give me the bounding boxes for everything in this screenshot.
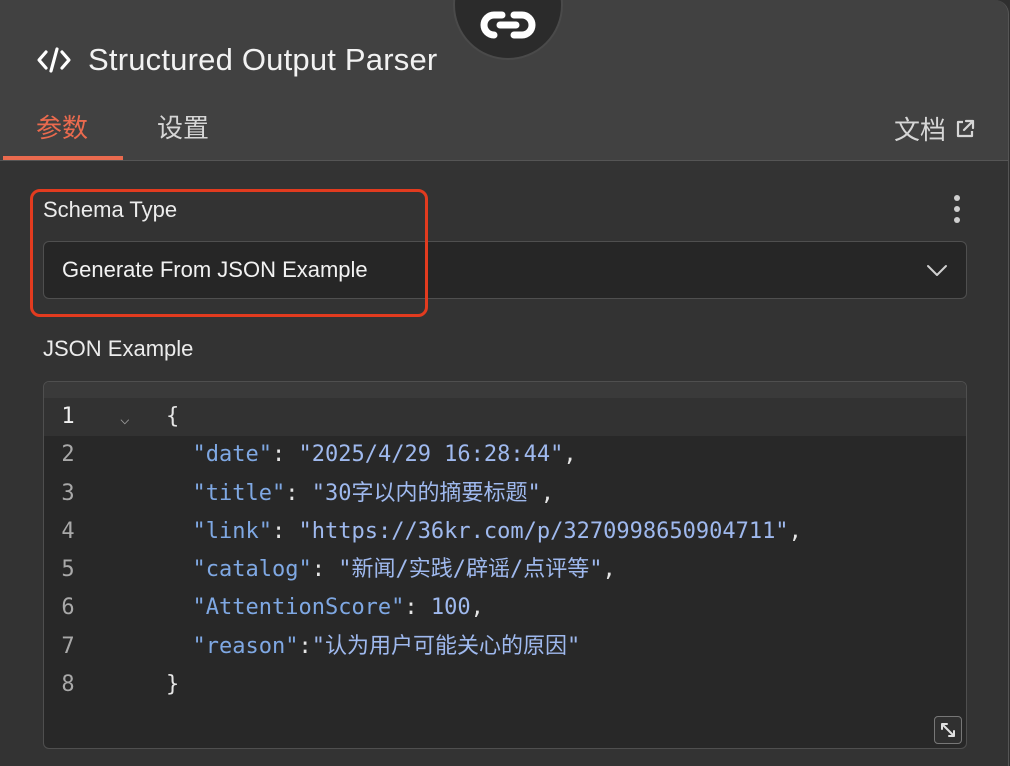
line-number: 7 [61,633,75,659]
link-icon [480,11,536,39]
code-line[interactable]: 1 ⌵ { [44,398,966,438]
code-text: { [166,404,180,429]
panel-header: Structured Output Parser [36,40,437,80]
code-line[interactable]: 8 } [44,666,966,704]
line-number: 3 [61,480,75,506]
schema-type-label: Schema Type [43,197,178,222]
code-text: "link": "https://36kr.com/p/327099865090… [192,518,802,544]
line-number: 5 [61,557,75,583]
json-code-editor[interactable]: 1 ⌵ { 2 "date": "2025/4/29 16:28:44", 3 … [43,381,967,749]
line-number: 2 [61,442,75,468]
editor-top-bar [44,382,966,398]
more-options-icon[interactable] [948,195,966,223]
line-number: 6 [61,595,75,621]
line-number: 4 [61,518,75,544]
code-line[interactable]: 6 "AttentionScore": 100, [44,589,966,627]
node-settings-panel: Structured Output Parser 参数 设置 文档 Schema… [0,0,1009,766]
code-text: "date": "2025/4/29 16:28:44", [192,442,577,468]
fold-chevron-icon[interactable]: ⌵ [120,400,130,438]
code-text: "title": "30字以内的摘要标题", [192,480,554,506]
code-line[interactable]: 2 "date": "2025/4/29 16:28:44", [44,436,966,474]
external-link-icon [956,119,975,137]
code-line[interactable]: 7 "reason":"认为用户可能关心的原因" [44,628,966,666]
docs-link-label: 文档 [893,115,946,145]
active-tab-indicator [3,156,123,160]
resize-handle-icon[interactable] [934,716,962,744]
tab-parameters[interactable]: 参数 [36,108,88,145]
code-text: } [166,672,180,698]
node-title: Structured Output Parser [88,42,438,77]
line-number: 8 [61,672,75,698]
docs-link[interactable]: 文档 [894,110,976,147]
schema-type-value: Generate From JSON Example [62,257,368,282]
node-connector[interactable] [453,0,563,60]
line-number: 1 [61,404,75,429]
code-line[interactable]: 5 "catalog": "新闻/实践/辟谣/点评等", [44,551,966,589]
tab-bar: 参数 设置 文档 [0,100,1008,161]
schema-type-select[interactable]: Generate From JSON Example [43,241,967,299]
code-line[interactable]: 4 "link": "https://36kr.com/p/3270998650… [44,513,966,551]
parameters-content: Schema Type Generate From JSON Example J… [0,161,1008,766]
json-example-label: JSON Example [43,336,194,361]
code-text: "catalog": "新闻/实践/辟谣/点评等", [192,557,616,583]
code-text: "reason":"认为用户可能关心的原因" [192,633,581,659]
code-text: "AttentionScore": 100, [192,595,484,621]
chevron-down-icon [927,265,947,276]
code-line[interactable]: 3 "title": "30字以内的摘要标题", [44,475,966,513]
code-icon [36,46,72,74]
tab-settings[interactable]: 设置 [157,108,209,145]
